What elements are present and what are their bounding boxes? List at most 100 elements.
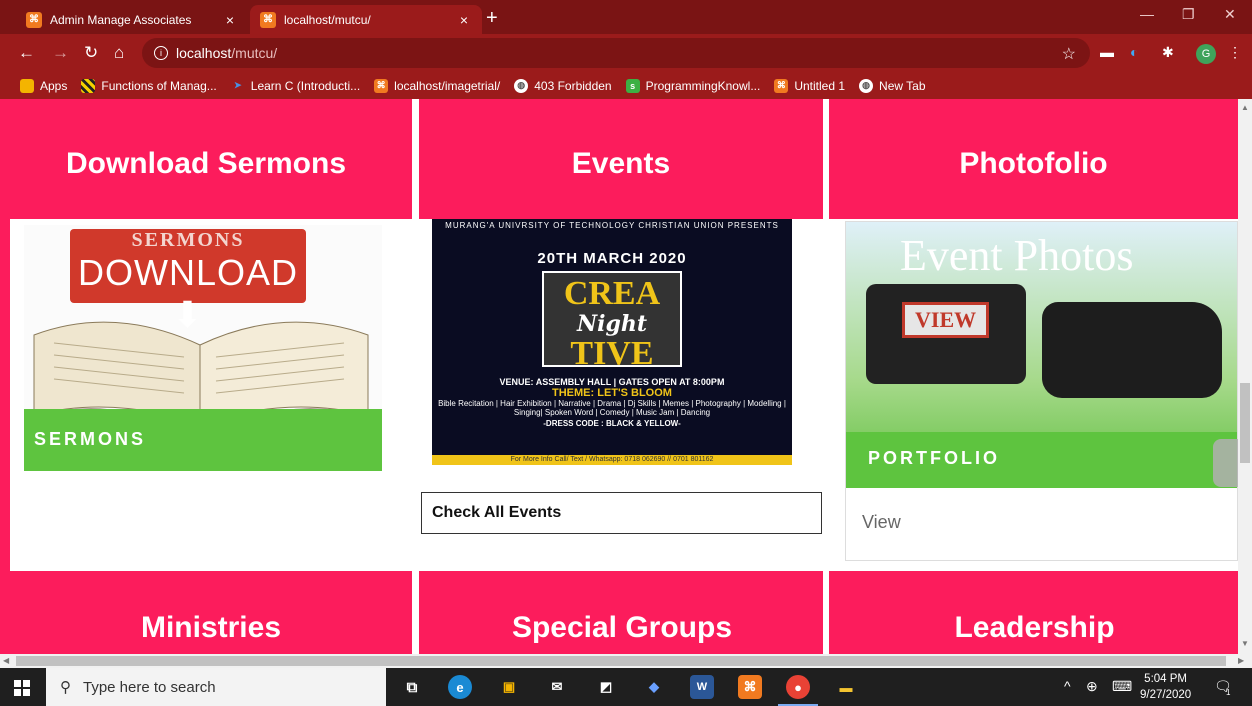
banner-line1: SERMONS bbox=[131, 229, 245, 251]
menu-kebab-icon[interactable]: ⋮ bbox=[1228, 44, 1242, 61]
info-icon[interactable]: i bbox=[154, 46, 168, 60]
poster-header: MURANG'A UNIVRSITY OF TECHNOLOGY CHRISTI… bbox=[445, 221, 779, 230]
xampp-icon: ⌘ bbox=[260, 11, 276, 28]
windows-taskbar: ⚲ Type here to search ⧉ e ▣ ✉ ◩ ◆ W ⌘ ● … bbox=[0, 668, 1252, 706]
bookmark-403-forbidden[interactable]: ◍ 403 Forbidden bbox=[514, 78, 612, 93]
bookmark-localhost-imagetrial[interactable]: ⌘ localhost/imagetrial/ bbox=[374, 78, 501, 93]
floating-side-button[interactable] bbox=[1213, 439, 1238, 487]
xampp-icon[interactable]: ⌘ bbox=[738, 675, 762, 699]
scroll-left-icon[interactable]: ◀ bbox=[3, 656, 9, 665]
photofolio-card[interactable]: Event Photos VIEW PORTFOLIO View bbox=[845, 221, 1238, 561]
scroll-down-icon[interactable]: ▼ bbox=[1241, 639, 1249, 648]
tray-chevron-icon[interactable]: ^ bbox=[1064, 678, 1071, 694]
tab-admin-manage-associates[interactable]: ⌘ Admin Manage Associates × bbox=[16, 5, 248, 34]
globe-icon: ◍ bbox=[859, 78, 874, 93]
close-tab-icon[interactable]: × bbox=[456, 12, 472, 28]
profile-avatar[interactable]: G bbox=[1196, 44, 1216, 64]
close-tab-icon[interactable]: × bbox=[222, 12, 238, 28]
card-title: Leadership bbox=[954, 611, 1115, 644]
sermons-download-banner: SERMONS DOWNLOAD ⬇ bbox=[70, 229, 306, 335]
restore-icon[interactable]: ❐ bbox=[1182, 6, 1195, 23]
windows-start-icon[interactable] bbox=[14, 680, 30, 696]
bookmark-label: Apps bbox=[40, 78, 68, 93]
bookmark-label: ProgrammingKnowl... bbox=[645, 78, 761, 93]
tab-title: localhost/mutcu/ bbox=[284, 12, 371, 27]
vertical-scrollbar[interactable]: ▲ ▼ bbox=[1238, 99, 1252, 654]
card-special-groups: Special Groups bbox=[421, 571, 823, 654]
phone-illustration: VIEW bbox=[866, 284, 1026, 384]
poster-theme: THEME: LET'S BLOOM bbox=[552, 387, 672, 399]
scroll-right-icon[interactable]: ▶ bbox=[1238, 656, 1244, 665]
check-all-events-button[interactable]: Check All Events bbox=[421, 492, 822, 534]
tab-title: Admin Manage Associates bbox=[50, 12, 192, 27]
reload-icon[interactable]: ↻ bbox=[84, 43, 98, 63]
home-icon[interactable]: ⌂ bbox=[114, 43, 124, 63]
address-toolbar: ← → ↻ ⌂ i localhost/mutcu/ ☆ bbox=[0, 34, 1252, 72]
event-poster[interactable]: MURANG'A UNIVRSITY OF TECHNOLOGY CHRISTI… bbox=[432, 219, 792, 465]
minimize-icon[interactable]: — bbox=[1140, 6, 1154, 22]
extensions-puzzle-icon[interactable]: ✱ bbox=[1162, 44, 1174, 61]
taskbar-search-input[interactable]: ⚲ Type here to search bbox=[46, 668, 386, 706]
pk-icon: s bbox=[625, 78, 640, 93]
notification-count: 1 bbox=[1226, 688, 1231, 697]
photofolio-view-link[interactable]: View bbox=[862, 512, 901, 533]
new-tab-button[interactable]: + bbox=[486, 8, 498, 28]
url-input[interactable]: i localhost/mutcu/ ☆ bbox=[142, 38, 1090, 68]
mail-icon[interactable]: ✉ bbox=[545, 675, 569, 699]
bookmark-apps[interactable]: Apps bbox=[20, 78, 68, 93]
bookmark-learn-c[interactable]: ➤ Learn C (Introducti... bbox=[231, 79, 360, 93]
bookmark-programmingknowledge[interactable]: s ProgrammingKnowl... bbox=[625, 78, 761, 93]
tab-bar: ⌘ Admin Manage Associates × ⌘ localhost/… bbox=[0, 0, 1252, 34]
bookmark-new-tab[interactable]: ◍ New Tab bbox=[859, 78, 926, 93]
card-leadership: Leadership bbox=[831, 571, 1238, 654]
card-title: Ministries bbox=[140, 611, 282, 644]
logo-top: CREA bbox=[563, 275, 661, 312]
window-close-icon[interactable]: ✕ bbox=[1224, 6, 1236, 23]
edge-icon[interactable]: e bbox=[448, 675, 472, 699]
word-icon[interactable]: W bbox=[690, 675, 714, 699]
chrome-icon[interactable]: ● bbox=[786, 675, 810, 699]
arrow-icon: ➤ bbox=[233, 80, 242, 90]
event-photos-title: Event Photos bbox=[900, 231, 1134, 280]
poster-logo: CREA Night TIVE bbox=[542, 271, 682, 371]
search-placeholder: Type here to search bbox=[83, 678, 216, 696]
vertical-scroll-thumb[interactable] bbox=[1240, 383, 1250, 463]
back-icon[interactable]: ← bbox=[18, 43, 35, 63]
bookmark-label: localhost/imagetrial/ bbox=[394, 78, 501, 93]
card-title: Download Sermons bbox=[65, 147, 347, 180]
extension-icon[interactable]: ▬ bbox=[1100, 44, 1114, 60]
taskbar-clock[interactable]: 5:04 PM 9/27/2020 bbox=[1140, 671, 1191, 703]
event-photos-image[interactable]: Event Photos VIEW PORTFOLIO bbox=[846, 222, 1237, 488]
banner-line2: DOWNLOAD ⬇ bbox=[70, 252, 306, 336]
search-icon: ⚲ bbox=[60, 679, 71, 696]
store-icon[interactable]: ▣ bbox=[497, 675, 521, 699]
bookmark-functions-of-management[interactable]: Functions of Manag... bbox=[81, 78, 217, 93]
sermons-label-strip: SERMONS bbox=[24, 409, 382, 471]
tab-localhost-mutcu[interactable]: ⌘ localhost/mutcu/ × bbox=[250, 5, 482, 34]
banner-download-text: DOWNLOAD bbox=[77, 252, 298, 293]
sermons-download-image[interactable]: SERMONS DOWNLOAD ⬇ SERMONS bbox=[24, 225, 382, 471]
poster-venue: VENUE: ASSEMBLY HALL | GATES OPEN AT 8:0… bbox=[499, 377, 725, 387]
clock-time: 5:04 PM bbox=[1144, 673, 1187, 685]
xampp-icon: ⌘ bbox=[774, 78, 789, 93]
extension-icon[interactable]: ◐ bbox=[1130, 44, 1138, 60]
photos-icon[interactable]: ◩ bbox=[594, 675, 618, 699]
visual-studio-icon[interactable]: ◆ bbox=[642, 675, 666, 699]
download-icon: ⬇ bbox=[172, 294, 204, 335]
page-viewport: Download Sermons Events Photofolio SERMO… bbox=[0, 99, 1238, 654]
file-explorer-icon[interactable]: ▬ bbox=[834, 675, 858, 699]
view-badge: VIEW bbox=[902, 302, 990, 338]
language-globe-icon[interactable]: ⊕ bbox=[1086, 678, 1098, 695]
xampp-icon: ⌘ bbox=[26, 11, 42, 28]
keyboard-icon[interactable]: ⌨ bbox=[1112, 678, 1132, 695]
card-ministries: Ministries bbox=[10, 571, 412, 654]
card-title: Special Groups bbox=[511, 611, 733, 644]
task-view-icon[interactable]: ⧉ bbox=[400, 675, 424, 699]
scroll-up-icon[interactable]: ▲ bbox=[1241, 103, 1249, 112]
bookmark-untitled-1[interactable]: ⌘ Untitled 1 bbox=[774, 78, 845, 93]
card-title: Events bbox=[571, 147, 671, 180]
bookmark-label: New Tab bbox=[879, 78, 926, 93]
bookmark-star-icon[interactable]: ☆ bbox=[1062, 44, 1076, 64]
horizontal-scrollbar[interactable]: ◀ ▶ bbox=[0, 654, 1252, 668]
horizontal-scroll-thumb[interactable] bbox=[16, 656, 1226, 666]
